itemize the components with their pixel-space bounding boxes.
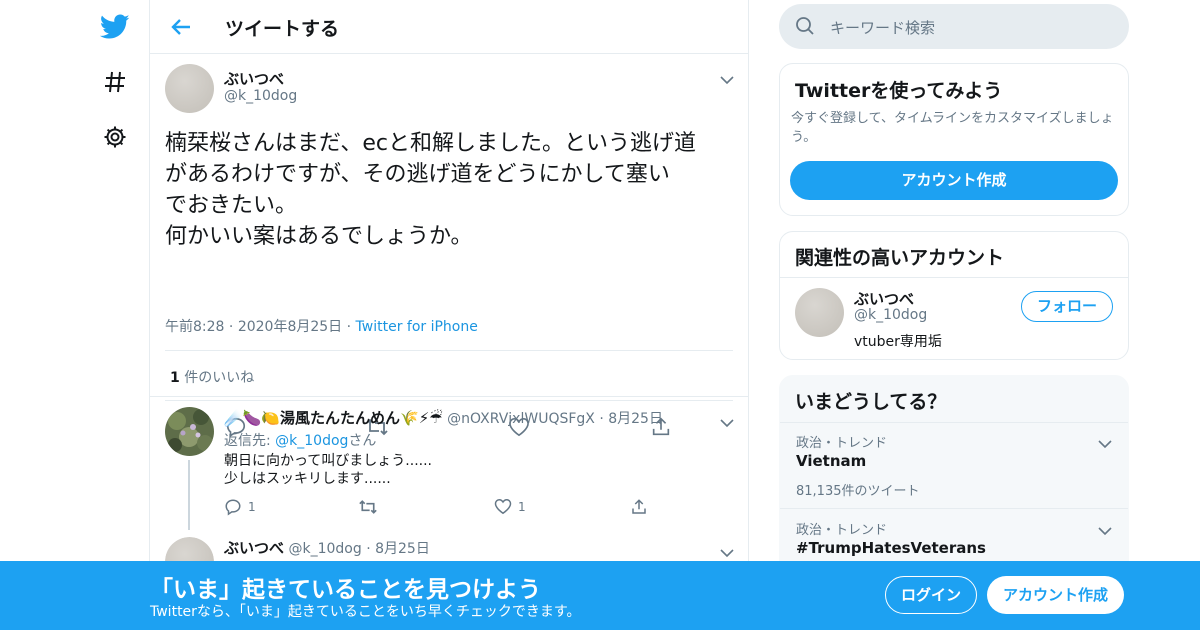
- reply-date[interactable]: 8月25日: [375, 541, 430, 557]
- trend-item[interactable]: 政治・トレンド Vietnam 81,135件のツイート: [780, 423, 1128, 508]
- reply-date[interactable]: 8月25日: [608, 411, 663, 427]
- signup-card-desc-line: 今すぐ登録して、タイムラインをカスタマイズしましょ: [791, 111, 1114, 126]
- heart-icon: [494, 498, 512, 515]
- reply-author-name[interactable]: 湯風たんたんめん: [280, 409, 400, 427]
- reply-text-line: 少しはスッキリします......: [224, 471, 391, 487]
- reply-author-handle[interactable]: @nOXRVjxlWUQSFgX: [447, 411, 595, 427]
- trend-category: 政治・トレンド: [796, 436, 888, 451]
- follow-button[interactable]: フォロー: [1021, 291, 1113, 322]
- likes-count: 1: [170, 370, 180, 386]
- likes-label: 件のいいね: [184, 370, 255, 386]
- retweet-icon: [359, 500, 377, 514]
- divider: [165, 350, 733, 351]
- reply-icon: [225, 499, 241, 516]
- page: ツイートする ぶいつべ @k_10dog 楠栞桜さんはまだ、ecと和解しました。…: [0, 0, 1200, 630]
- search-box[interactable]: キーワード検索: [779, 4, 1129, 49]
- signup-card: Twitterを使ってみよう 今すぐ登録して、タイムラインをカスタマイズしましょ…: [779, 63, 1129, 216]
- like-count: 1: [518, 499, 526, 514]
- twitter-logo-icon[interactable]: [90, 7, 140, 47]
- gear-icon[interactable]: [90, 117, 140, 157]
- trend-item[interactable]: 政治・トレンド #TrumpHatesVeterans: [780, 509, 1128, 569]
- thread-line: [188, 460, 190, 530]
- trend-name: Vietnam: [796, 452, 867, 470]
- signup-card-title: Twitterを使ってみよう: [795, 80, 1003, 102]
- reply-header: ぶいつべ @k_10dog · 8月25日: [224, 537, 430, 558]
- hashtag-icon[interactable]: [90, 62, 140, 102]
- reply-header: ☄️🍆🍋湯風たんたんめん🌾⚡☔ @nOXRVjxlWUQSFgX · 8月25日: [224, 407, 663, 428]
- page-title: ツイートする: [225, 18, 340, 40]
- tweet-text-line: 何かいい案はあるでしょうか。: [165, 224, 473, 249]
- main-tweet: ぶいつべ @k_10dog 楠栞桜さんはまだ、ecと和解しました。という逃げ道 …: [150, 54, 748, 438]
- chevron-down-icon[interactable]: [720, 413, 734, 432]
- search-input[interactable]: キーワード検索: [830, 17, 935, 38]
- reply-author-emoji: 🌾⚡☔: [400, 409, 443, 427]
- reply-tweet: ☄️🍆🍋湯風たんたんめん🌾⚡☔ @nOXRVjxlWUQSFgX · 8月25日…: [150, 397, 748, 530]
- reply-to-handle[interactable]: @k_10dog: [275, 433, 348, 449]
- reply-to-suffix: さん: [348, 433, 377, 449]
- meta-dot: ·: [366, 541, 371, 557]
- avatar[interactable]: [795, 288, 844, 337]
- avatar[interactable]: [165, 64, 214, 113]
- chevron-down-icon[interactable]: [1098, 521, 1112, 540]
- tweet-date[interactable]: 2020年8月25日: [238, 319, 342, 335]
- reply-to-label: 返信先:: [224, 433, 271, 449]
- related-card-title: 関連性の高いアカウント: [795, 247, 1005, 269]
- share-button[interactable]: [630, 498, 648, 516]
- tweet-meta: 午前8:28 · 2020年8月25日 · Twitter for iPhone: [165, 316, 478, 336]
- main-header: ツイートする: [150, 0, 748, 54]
- trends-card-title: いまどうしてる？: [795, 391, 947, 413]
- search-icon: [795, 16, 815, 40]
- meta-dot: ·: [599, 411, 604, 427]
- tweet-text-line: があるわけですが、その逃げ道をどうにかして塞い: [165, 162, 670, 187]
- tweet-source[interactable]: Twitter for iPhone: [356, 319, 478, 335]
- login-button[interactable]: ログイン: [885, 576, 977, 614]
- meta-dot: ·: [346, 319, 356, 335]
- reply-count: 1: [248, 500, 256, 514]
- reply-text-line: 朝日に向かって叫びましょう......: [224, 453, 433, 469]
- tweet-time[interactable]: 午前8:28: [165, 319, 224, 335]
- signup-banner: 「いま」起きていることを見つけよう Twitterなら、「いま」起きていることを…: [0, 561, 1200, 630]
- chevron-down-icon[interactable]: [720, 70, 734, 89]
- related-handle[interactable]: @k_10dog: [854, 307, 927, 323]
- main-column: ツイートする ぶいつべ @k_10dog 楠栞桜さんはまだ、ecと和解しました。…: [149, 0, 749, 630]
- share-icon: [632, 499, 646, 514]
- tweet-text-line: 楠栞桜さんはまだ、ecと和解しました。という逃げ道: [165, 131, 696, 156]
- chevron-down-icon[interactable]: [720, 543, 734, 562]
- trend-name: #TrumpHatesVeterans: [796, 539, 986, 557]
- divider: [780, 277, 1128, 278]
- reply-actions: 1 1: [224, 498, 674, 518]
- trends-card: いまどうしてる？ 政治・トレンド Vietnam 81,135件のツイート 政治…: [779, 375, 1129, 575]
- like-button[interactable]: 1: [494, 498, 526, 515]
- author-handle[interactable]: @k_10dog: [224, 88, 297, 104]
- reply-author-name[interactable]: ぶいつべ: [224, 539, 284, 557]
- reply-author-handle[interactable]: @k_10dog: [288, 541, 361, 557]
- tweet-text: 楠栞桜さんはまだ、ecと和解しました。という逃げ道 があるわけですが、その逃げ道…: [165, 128, 740, 252]
- likes-summary[interactable]: 1 件のいいね: [170, 367, 254, 387]
- reply-to: 返信先: @k_10dogさん: [224, 430, 376, 450]
- trend-count: 81,135件のツイート: [796, 484, 920, 499]
- banner-subtitle: Twitterなら、「いま」起きていることをいち早くチェックできます。: [150, 604, 581, 620]
- signup-card-desc: 今すぐ登録して、タイムラインをカスタマイズしましょ う。: [791, 109, 1114, 147]
- related-name[interactable]: ぶいつべ: [854, 288, 914, 309]
- reply-button[interactable]: 1: [224, 498, 256, 516]
- meta-dot: ·: [228, 319, 238, 335]
- banner-title: 「いま」起きていることを見つけよう: [150, 577, 541, 603]
- related-bio: vtuber専用垢: [854, 334, 942, 350]
- reply-author-emoji: ☄️🍆🍋: [224, 409, 281, 427]
- retweet-button[interactable]: [358, 498, 378, 516]
- left-nav: [80, 0, 150, 630]
- create-account-button[interactable]: アカウント作成: [790, 161, 1118, 200]
- tweet-text-line: でおきたい。: [165, 193, 298, 218]
- signup-card-desc-line: う。: [791, 130, 817, 145]
- avatar[interactable]: [165, 407, 214, 456]
- trend-category: 政治・トレンド: [796, 523, 888, 538]
- chevron-down-icon[interactable]: [1098, 434, 1112, 453]
- reply-text: 朝日に向かって叫びましょう...... 少しはスッキリします......: [224, 452, 432, 488]
- related-accounts-card: 関連性の高いアカウント ぶいつべ @k_10dog vtuber専用垢 フォロー: [779, 231, 1129, 360]
- back-arrow-icon[interactable]: [168, 14, 194, 40]
- author-name[interactable]: ぶいつべ: [224, 68, 284, 89]
- signup-button[interactable]: アカウント作成: [987, 576, 1124, 614]
